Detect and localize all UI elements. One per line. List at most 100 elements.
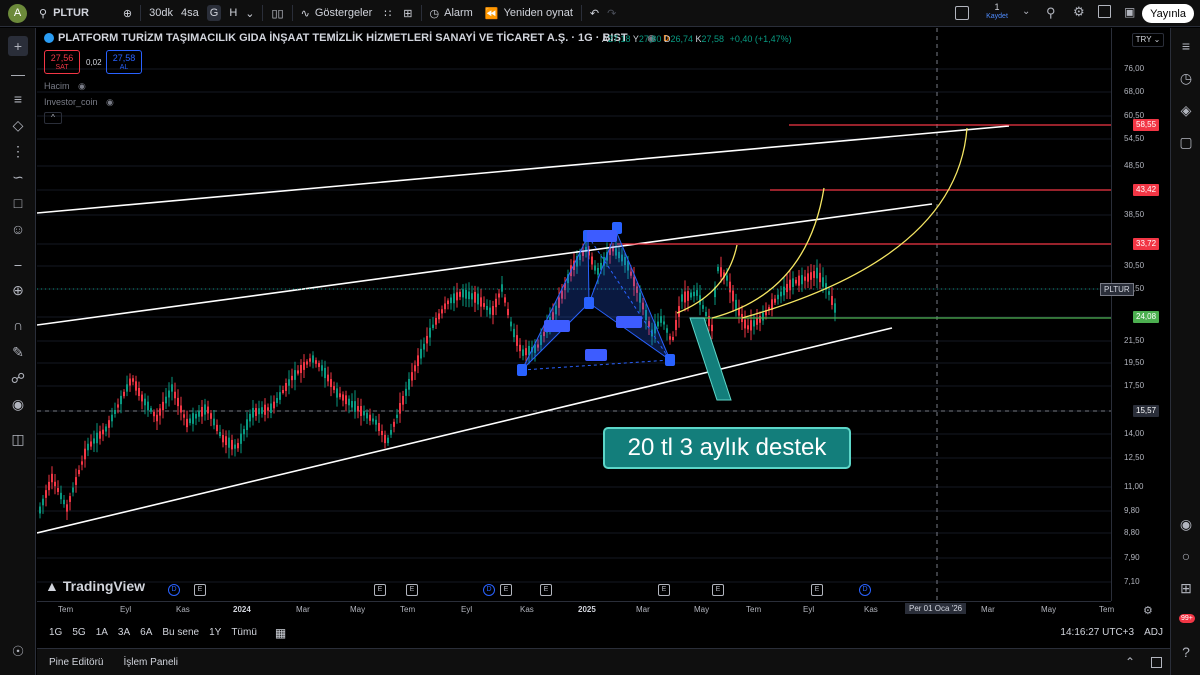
range-ytd[interactable]: Bu sene xyxy=(157,627,204,638)
date-range-icon[interactable]: ▦ xyxy=(270,626,291,640)
candle-body xyxy=(183,414,185,418)
interval-1w[interactable]: H xyxy=(225,0,241,27)
support-callout[interactable]: 20 tl 3 aylık destek xyxy=(603,427,851,469)
horizontal-lines-icon[interactable]: ≡ xyxy=(8,89,28,109)
brush-icon[interactable]: ∽ xyxy=(8,167,28,187)
candle-body xyxy=(786,283,788,293)
fib-icon[interactable]: ⋮ xyxy=(8,141,28,161)
lock-drawing-icon[interactable]: ✎ xyxy=(8,342,28,362)
sell-button[interactable]: 27,56 SAT xyxy=(44,50,80,74)
range-1m[interactable]: 1A xyxy=(91,627,113,638)
interval-4h[interactable]: 4sa xyxy=(177,0,203,27)
currency-selector[interactable]: TRY ⌄ xyxy=(1132,33,1164,47)
layouts-button[interactable]: ⊞ xyxy=(399,0,416,27)
earnings-marker[interactable]: E xyxy=(712,584,724,596)
eye-icon[interactable]: ◉ xyxy=(8,394,28,414)
chevron-down-icon[interactable]: ⌄ xyxy=(1022,6,1030,17)
clock-time[interactable]: 14:16:27 UTC+3 xyxy=(1055,627,1139,638)
candle-body xyxy=(744,319,746,329)
settings-gear-icon[interactable]: ⚙ xyxy=(1143,604,1153,617)
compare-button[interactable]: ⊕ xyxy=(119,0,136,27)
zoom-in-icon[interactable]: ⊕ xyxy=(8,280,28,300)
candle-body xyxy=(522,349,524,356)
range-6m[interactable]: 6A xyxy=(135,627,157,638)
trash-icon[interactable]: ◫ xyxy=(8,429,28,449)
symbol-search[interactable]: ⚲ PLTUR xyxy=(35,0,93,27)
alarm-button[interactable]: ◷ Alarm xyxy=(426,0,477,27)
tab-pine-editor[interactable]: Pine Editörü xyxy=(37,657,113,668)
fullscreen-icon[interactable] xyxy=(1098,5,1111,18)
layout-square-icon[interactable] xyxy=(955,6,969,20)
layers-icon[interactable]: ◈ xyxy=(1176,100,1196,120)
range-1d[interactable]: 1G xyxy=(37,627,67,638)
price-chart[interactable] xyxy=(37,28,1111,601)
earnings-marker[interactable]: E xyxy=(540,584,552,596)
earnings-marker[interactable]: E xyxy=(811,584,823,596)
help-icon[interactable]: ? xyxy=(1176,642,1196,662)
watchlist-icon[interactable]: ≡ xyxy=(1176,36,1196,56)
emoji-icon[interactable]: ☺ xyxy=(8,219,28,239)
earnings-marker[interactable]: E xyxy=(500,584,512,596)
settings-gear-icon[interactable]: ⚙ xyxy=(1073,4,1085,20)
sell-price: 27,56 xyxy=(50,53,74,63)
magnet-icon[interactable]: ∩ xyxy=(8,315,28,335)
interval-dropdown[interactable]: ⌄ xyxy=(241,0,258,27)
undo-button[interactable]: ↶ xyxy=(586,0,603,27)
candle-body xyxy=(141,394,143,402)
price-axis[interactable]: TRY ⌄ 76,00 68,00 60,50 54,50 48,50 38,50 30,5… xyxy=(1100,28,1169,601)
dividend-marker[interactable]: D xyxy=(859,584,871,596)
quick-search-icon[interactable]: ⚲ xyxy=(1046,5,1056,21)
replay-button[interactable]: ⏪ Yeniden oynat xyxy=(481,0,577,27)
interval-1d[interactable]: G xyxy=(203,0,226,27)
chart-type-button[interactable]: ▯▯ xyxy=(267,0,287,27)
ideas-icon[interactable]: ○ xyxy=(1176,546,1196,566)
target-icon[interactable]: ◉ xyxy=(1176,514,1196,534)
apps-grid-icon[interactable]: ⊞ xyxy=(1176,578,1196,598)
time-tick-label: May xyxy=(350,605,366,614)
range-1y[interactable]: 1Y xyxy=(204,627,226,638)
chart-pane[interactable]: PLATFORM TURİZM TAŞIMACILIK GIDA İNŞAAT … xyxy=(37,28,1111,601)
range-3m[interactable]: 3A xyxy=(113,627,135,638)
indicator-investor-coin[interactable]: Investor_coin ◉ xyxy=(44,97,114,108)
lock-icon[interactable]: ☍ xyxy=(8,368,28,388)
ruler-icon[interactable]: ⎯ xyxy=(8,254,28,274)
indicator-volume-label: Hacim xyxy=(44,81,70,91)
chevron-up-icon[interactable]: ⌃ xyxy=(1117,655,1143,669)
user-avatar[interactable]: A xyxy=(8,3,27,23)
range-5d[interactable]: 5G xyxy=(67,627,90,638)
eye-off-icon[interactable]: ◉ xyxy=(106,97,114,107)
camera-icon[interactable]: ▣ xyxy=(1124,5,1135,19)
pattern-xd-line xyxy=(521,359,671,371)
candle-body xyxy=(477,293,479,305)
text-note-icon[interactable]: □ xyxy=(8,193,28,213)
buy-button[interactable]: 27,58 AL xyxy=(106,50,142,74)
time-axis[interactable]: Tem Eyl Kas 2024 Mar May Tem Eyl Kas 2025 Mar May Te… xyxy=(37,601,1114,619)
earnings-marker[interactable]: E xyxy=(374,584,386,596)
redo-button[interactable]: ↷ xyxy=(603,0,620,27)
alerts-clock-icon[interactable]: ◷ xyxy=(1176,68,1196,88)
publish-button[interactable]: Yayınla xyxy=(1142,4,1194,23)
symbol-legend[interactable]: PLATFORM TURİZM TAŞIMACILIK GIDA İNŞAAT … xyxy=(44,32,669,44)
candle-body xyxy=(330,379,332,387)
templates-button[interactable]: ∷ xyxy=(380,0,395,27)
earnings-marker[interactable]: E xyxy=(194,584,206,596)
chat-icon[interactable]: ▢ xyxy=(1176,132,1196,152)
crosshair-icon[interactable]: + xyxy=(8,36,28,56)
adjust-toggle[interactable]: ADJ xyxy=(1139,627,1168,638)
collapse-legend-button[interactable]: ^ xyxy=(44,112,62,124)
maximize-icon[interactable] xyxy=(1151,656,1162,668)
range-all[interactable]: Tümü xyxy=(226,627,262,638)
dividend-marker[interactable]: D xyxy=(168,584,180,596)
eye-off-icon[interactable]: ◉ xyxy=(78,81,86,91)
indicators-button[interactable]: ∿ Göstergeler xyxy=(297,0,377,27)
trend-line-icon[interactable]: ― xyxy=(8,64,28,84)
earnings-marker[interactable]: E xyxy=(406,584,418,596)
interval-30m[interactable]: 30dk xyxy=(145,0,177,27)
object-tree-icon[interactable]: ☉ xyxy=(8,641,28,661)
save-button[interactable]: 1 Kaydet xyxy=(978,3,1016,21)
earnings-marker[interactable]: E xyxy=(658,584,670,596)
pattern-icon[interactable]: ◇ xyxy=(8,115,28,135)
tab-trading-panel[interactable]: İşlem Paneli xyxy=(113,657,187,668)
indicator-volume[interactable]: Hacim ◉ xyxy=(44,81,86,92)
dividend-marker[interactable]: D xyxy=(483,584,495,596)
